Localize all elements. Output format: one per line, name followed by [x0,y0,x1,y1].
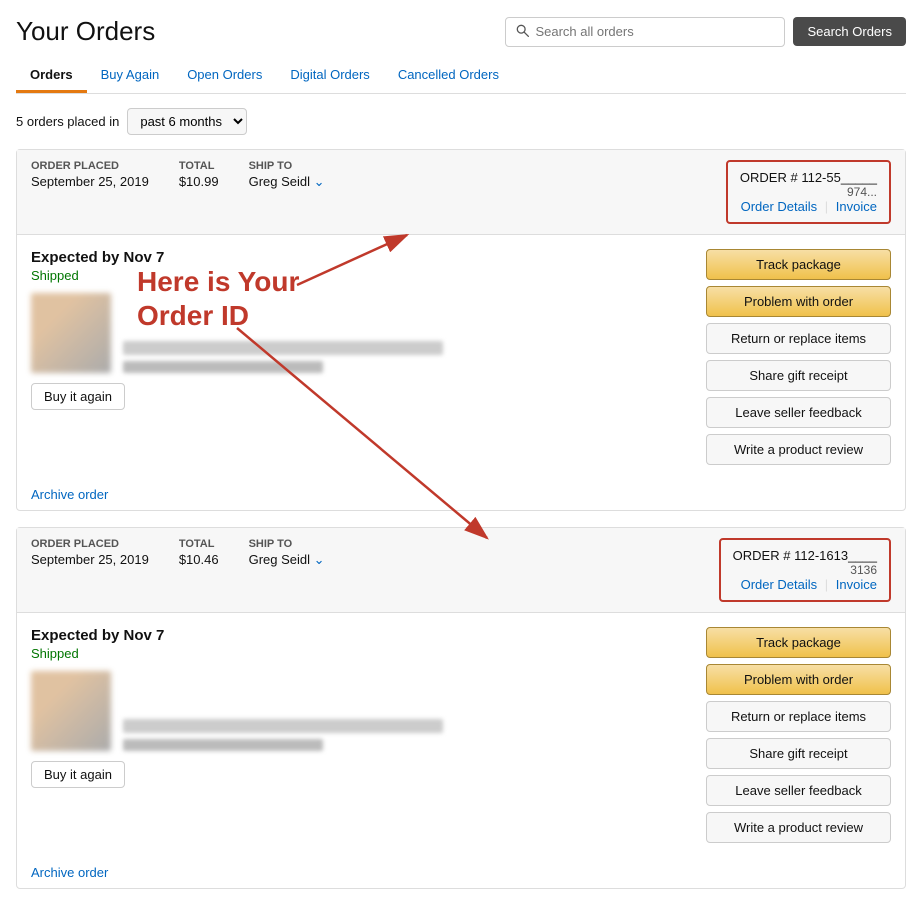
order-num-partial-2: 3136 [733,563,877,577]
order-placed-col-2: ORDER PLACED September 25, 2019 [31,538,149,602]
tab-open-orders[interactable]: Open Orders [173,59,276,93]
return-replace-btn-2[interactable]: Return or replace items [706,701,891,732]
product-title-blurred-2 [123,719,443,733]
period-filter[interactable]: past 6 months past 3 months past year [127,108,247,135]
order-card-2: ORDER PLACED September 25, 2019 TOTAL $1… [16,527,906,889]
leave-feedback-btn-2[interactable]: Leave seller feedback [706,775,891,806]
search-area: Search Orders [505,17,906,47]
order-total-label-1: TOTAL [179,160,219,172]
invoice-link-1[interactable]: Invoice [836,199,877,214]
order-placed-label-1: ORDER PLACED [31,160,149,172]
order-links-1: Order Details | Invoice [740,199,877,214]
order-body-left-1: Expected by Nov 7 Shipped Buy it again H… [31,249,692,465]
leave-feedback-btn-1[interactable]: Leave seller feedback [706,397,891,428]
order-number-2: ORDER # 112-1613____ [733,548,877,563]
product-subtitle-blurred-2 [123,739,323,751]
share-gift-receipt-btn-1[interactable]: Share gift receipt [706,360,891,391]
order-id-highlighted-1: ORDER # 112-55_____ 974... Order Details… [726,160,891,224]
tab-orders[interactable]: Orders [16,59,87,93]
archive-order-link-1[interactable]: Archive order [31,487,108,502]
track-package-btn-2[interactable]: Track package [706,627,891,658]
write-review-btn-2[interactable]: Write a product review [706,812,891,843]
invoice-link-2[interactable]: Invoice [836,577,877,592]
search-box[interactable] [505,17,785,47]
order-id-highlighted-2: ORDER # 112-1613____ 3136 Order Details … [719,538,891,602]
tab-cancelled-orders[interactable]: Cancelled Orders [384,59,513,93]
product-info-1 [123,341,692,373]
order-details-link-2[interactable]: Order Details [741,577,818,592]
problem-with-order-btn-1[interactable]: Problem with order [706,286,891,317]
problem-with-order-btn-2[interactable]: Problem with order [706,664,891,695]
order-body-left-2: Expected by Nov 7 Shipped Buy it again [31,627,692,843]
share-gift-receipt-btn-2[interactable]: Share gift receipt [706,738,891,769]
track-package-btn-1[interactable]: Track package [706,249,891,280]
search-icon [516,24,529,40]
order-num-partial-1: 974... [740,185,877,199]
archive-link-2[interactable]: Archive order [17,857,905,888]
buy-again-btn-2[interactable]: Buy it again [31,761,125,788]
expected-delivery-2: Expected by Nov 7 [31,627,692,644]
order-shipto-label-2: SHIP TO [249,538,325,550]
order-number-1: ORDER # 112-55_____ [740,170,877,185]
order-body-1: Expected by Nov 7 Shipped Buy it again H… [17,235,905,479]
order-details-link-1[interactable]: Order Details [741,199,818,214]
product-info-2 [123,719,692,751]
order-shipto-value-1: Greg Seidl ⌄ [249,174,325,190]
shipped-status-2: Shipped [31,646,692,661]
buy-again-btn-1[interactable]: Buy it again [31,383,125,410]
order-actions-1: Track package Problem with order Return … [706,249,891,465]
product-row-2 [31,671,692,751]
shipped-status-1: Shipped [31,268,692,283]
product-title-blurred-1 [123,341,443,355]
order-total-label-2: TOTAL [179,538,219,550]
order-placed-date-1: September 25, 2019 [31,174,149,189]
tab-digital-orders[interactable]: Digital Orders [276,59,383,93]
order-card-1: ORDER PLACED September 25, 2019 TOTAL $1… [16,149,906,511]
page-header: Your Orders Search Orders [16,16,906,47]
filter-row: 5 orders placed in past 6 months past 3 … [16,108,906,135]
search-orders-button[interactable]: Search Orders [793,17,906,46]
order-body-2: Expected by Nov 7 Shipped Buy it again T… [17,613,905,857]
order-shipto-value-2: Greg Seidl ⌄ [249,552,325,568]
product-image-1 [31,293,111,373]
tab-buy-again[interactable]: Buy Again [87,59,174,93]
order-id-col-1: ORDER # 112-55_____ 974... Order Details… [726,160,891,224]
order-shipto-col-2: SHIP TO Greg Seidl ⌄ [249,538,325,602]
product-row-1 [31,293,692,373]
order-shipto-label-1: SHIP TO [249,160,325,172]
product-subtitle-blurred-1 [123,361,323,373]
order-header-1: ORDER PLACED September 25, 2019 TOTAL $1… [17,150,905,235]
order-total-value-2: $10.46 [179,552,219,567]
search-input[interactable] [535,24,774,39]
order-total-col-1: TOTAL $10.99 [179,160,219,224]
archive-link-1[interactable]: Archive order [17,479,905,510]
order-placed-date-2: September 25, 2019 [31,552,149,567]
order-placed-label-2: ORDER PLACED [31,538,149,550]
order-header-2: ORDER PLACED September 25, 2019 TOTAL $1… [17,528,905,613]
write-review-btn-1[interactable]: Write a product review [706,434,891,465]
archive-order-link-2[interactable]: Archive order [31,865,108,880]
order-total-value-1: $10.99 [179,174,219,189]
order-actions-2: Track package Problem with order Return … [706,627,891,843]
return-replace-btn-1[interactable]: Return or replace items [706,323,891,354]
order-placed-col-1: ORDER PLACED September 25, 2019 [31,160,149,224]
order-links-2: Order Details | Invoice [733,577,877,592]
product-image-2 [31,671,111,751]
order-total-col-2: TOTAL $10.46 [179,538,219,602]
tabs-bar: Orders Buy Again Open Orders Digital Ord… [16,59,906,94]
orders-count-prefix: 5 orders placed in [16,114,119,129]
expected-delivery-1: Expected by Nov 7 [31,249,692,266]
order-id-col-2: ORDER # 112-1613____ 3136 Order Details … [719,538,891,602]
page-title: Your Orders [16,16,155,47]
order-shipto-col-1: SHIP TO Greg Seidl ⌄ [249,160,325,224]
